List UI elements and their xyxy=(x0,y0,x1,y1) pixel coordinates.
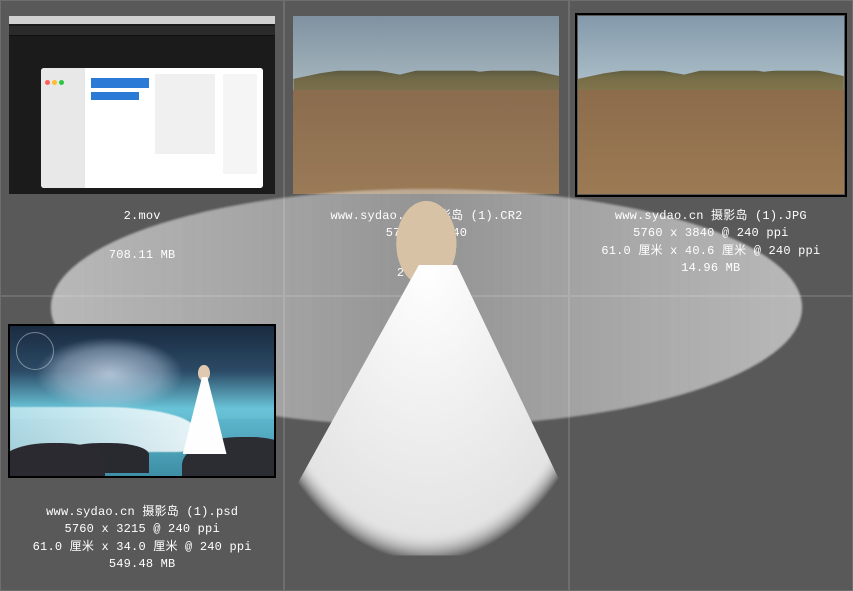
file-physical: 61.0 厘米 x 34.0 厘米 @ 240 ppi xyxy=(33,539,252,556)
thumbnail-jpg-selected[interactable] xyxy=(578,16,844,194)
thumbnail-area xyxy=(1,1,283,208)
file-cell[interactable]: www.sydao.cn 摄影岛 (1).JPG 5760 x 3840 @ 2… xyxy=(569,0,853,296)
thumbnail-area xyxy=(1,297,283,504)
file-dimensions: 5760 x 3215 @ 240 ppi xyxy=(33,521,252,538)
file-meta: www.sydao.cn 摄影岛 (1).psd 5760 x 3215 @ 2… xyxy=(29,504,256,574)
thumbnail-mov[interactable] xyxy=(9,16,275,194)
thumbnail-grid: 2.mov 708.11 MB www.sydao.cn 摄影岛 (1).CR2… xyxy=(0,0,853,591)
thumbnail-area xyxy=(285,1,567,208)
file-size: 549.48 MB xyxy=(33,556,252,573)
thumbnail-cr2[interactable] xyxy=(293,16,559,194)
thumbnail-area xyxy=(570,1,852,208)
file-name: www.sydao.cn 摄影岛 (1).psd xyxy=(33,504,252,521)
thumbnail-psd[interactable] xyxy=(10,326,274,476)
